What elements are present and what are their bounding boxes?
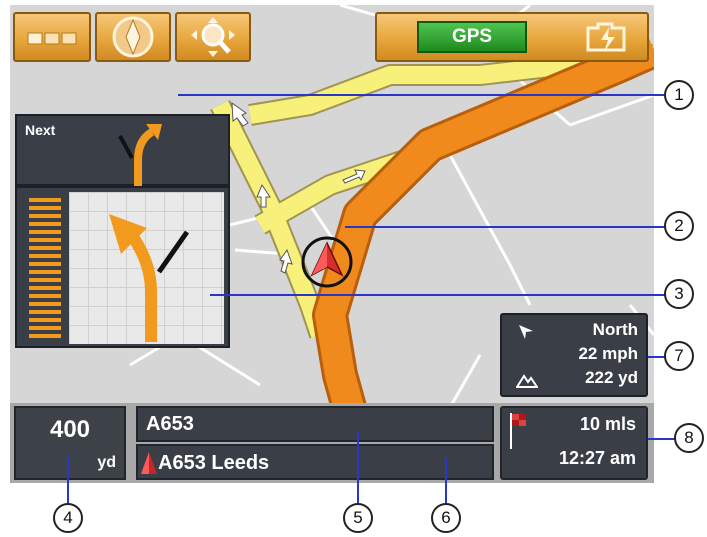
vehicle-position: [300, 235, 354, 289]
arrival-time: 12:27 am: [558, 448, 636, 468]
battery-charging-icon: [586, 22, 626, 52]
remaining-distance: 10 mls: [579, 414, 636, 434]
current-street: A653: [146, 413, 194, 435]
distance-unit: yd: [97, 454, 116, 471]
speed-value: 22 mph: [578, 344, 638, 363]
altitude-value: 222 yd: [585, 368, 638, 387]
callout-5-label: 5: [353, 508, 363, 527]
heading-arrow-icon: [519, 325, 533, 339]
next-turn-panel: Next: [15, 114, 230, 186]
status-button[interactable]: GPS: [375, 12, 649, 62]
callout-1-label: 1: [674, 85, 684, 104]
callout-6: 6: [431, 503, 461, 533]
altitude-mountain-icon: [516, 374, 538, 388]
trip-info-panel[interactable]: 10 mls 12:27 am: [500, 406, 648, 480]
callout-2-label: 2: [674, 216, 684, 235]
callout-8: 8: [674, 423, 704, 453]
next-label: Next: [25, 122, 56, 138]
callout-3-label: 3: [674, 284, 684, 303]
navigation-screen: GPS Next North 22 mph 222 yd 400 yd A653…: [10, 5, 654, 483]
distance-bar-indicator: [25, 196, 65, 340]
maneuver-panel: [15, 186, 230, 348]
travel-info-panel[interactable]: North 22 mph 222 yd: [500, 313, 648, 397]
zoom-button[interactable]: [175, 12, 251, 62]
zoom-pan-icon: [191, 17, 235, 57]
callout-4: 4: [53, 503, 83, 533]
compass-button[interactable]: [95, 12, 171, 62]
gps-status[interactable]: GPS: [417, 21, 527, 53]
callout-2: 2: [664, 211, 694, 241]
destination-flag-icon: [510, 413, 526, 449]
next-street-box: A653 Leeds: [136, 444, 494, 480]
callout-1: 1: [664, 80, 694, 110]
gps-label: GPS: [451, 26, 493, 47]
callout-5: 5: [343, 503, 373, 533]
menu-squares-icon: [27, 32, 77, 45]
callout-7: 7: [664, 341, 694, 371]
turn-right-fork-arrow-icon: [118, 124, 162, 186]
callout-7-label: 7: [674, 346, 684, 365]
distance-value: 400: [49, 416, 91, 443]
callout-4-label: 4: [63, 508, 73, 527]
bear-left-fork-arrow-icon: [109, 214, 190, 342]
maneuver-grid: [69, 192, 224, 344]
vehicle-arrow-icon: [301, 236, 353, 288]
heading-value: North: [592, 320, 638, 339]
next-street: A653 Leeds: [158, 452, 270, 474]
distance-to-turn[interactable]: 400 yd: [14, 406, 126, 480]
callout-8-label: 8: [684, 428, 694, 447]
current-street-box: A653: [136, 406, 494, 442]
menu-button[interactable]: [13, 12, 91, 62]
callout-3: 3: [664, 279, 694, 309]
next-street-marker-icon: [141, 452, 157, 474]
callout-6-label: 6: [441, 508, 451, 527]
compass-icon: [112, 16, 154, 58]
